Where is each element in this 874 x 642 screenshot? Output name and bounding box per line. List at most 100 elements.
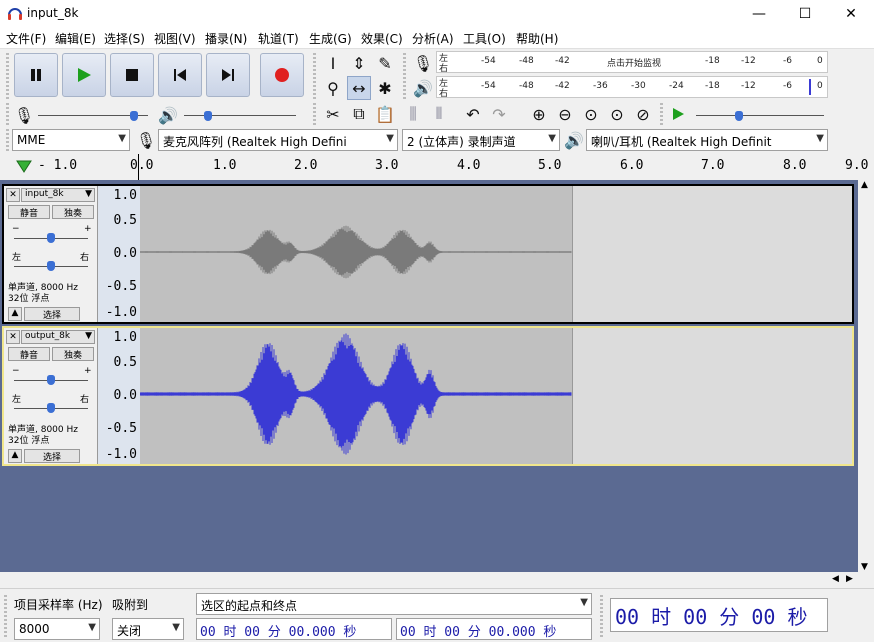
menu-select[interactable]: 选择(S) [104,30,145,47]
pan-slider[interactable] [47,261,55,271]
time-shift-tool-button[interactable]: ↔ [347,76,371,100]
scroll-right-icon[interactable]: ▶ [846,574,853,584]
collapse-track-button[interactable]: ▲ [8,449,22,463]
pause-button[interactable] [14,53,58,97]
skip-end-button[interactable] [206,53,250,97]
record-meter[interactable]: 左 右 -54 -48 -42 点击开始监视 -18 -12 -6 0 [436,51,828,74]
scroll-down-icon[interactable]: ▼ [861,562,868,572]
track-empty-area[interactable] [572,186,852,322]
maximize-button[interactable]: ☐ [782,0,828,28]
trim-button[interactable]: ⫼ [401,102,425,126]
audio-track-output[interactable]: ✕ output_8k ▼ 静音 独奏 − + 左 右 单声道, 8000 Hz … [2,326,854,466]
select-track-button[interactable]: 选择 [24,449,80,463]
fit-project-button[interactable]: ⊙ [605,102,629,126]
close-button[interactable]: ✕ [828,0,874,28]
tools-grip[interactable] [313,53,316,99]
undo-button[interactable]: ↶ [461,102,485,126]
timeline-ruler[interactable]: - 1.0 0.0 1.0 2.0 3.0 4.0 5.0 6.0 7.0 8.… [0,154,874,180]
selection-mode-dropdown[interactable]: 选区的起点和终点 ▼ [196,593,592,615]
copy-button[interactable]: ⧉ [347,102,371,126]
edit-grip[interactable] [313,103,316,125]
toolbar-grip[interactable] [6,53,9,99]
paste-button[interactable]: 📋 [373,102,397,126]
menu-record[interactable]: 播录(N) [205,30,247,47]
redo-button[interactable]: ↷ [487,102,511,126]
collapse-track-button[interactable]: ▲ [8,307,22,321]
waveform-clip[interactable] [139,186,572,322]
play-at-speed-button[interactable] [666,102,690,126]
track-close-button[interactable]: ✕ [6,330,20,344]
solo-button[interactable]: 独奏 [52,205,94,219]
mute-button[interactable]: 静音 [8,347,50,361]
menu-generate[interactable]: 生成(G) [309,30,352,47]
play-meter[interactable]: 左 右 -54 -48 -42 -36 -30 -24 -18 -12 -6 0 [436,76,828,99]
zoom-tool-button[interactable]: ⚲ [321,76,345,100]
waveform-clip[interactable] [139,328,572,464]
play-speed-grip[interactable] [660,103,663,125]
selection-start-time[interactable]: 00 时 00 分 00.000 秒 [196,618,392,640]
solo-button[interactable]: 独奏 [52,347,94,361]
zoom-toggle-button[interactable]: ⊘ [631,102,655,126]
meter-grip[interactable] [403,53,406,99]
menu-analyze[interactable]: 分析(A) [412,30,454,47]
envelope-tool-button[interactable]: ⇕ [347,51,371,75]
scroll-left-icon[interactable]: ◀ [832,574,839,584]
device-grip[interactable] [6,129,9,151]
multi-tool-button[interactable]: ✱ [373,76,397,100]
pin-play-head-icon[interactable] [16,159,32,173]
selection-end-time[interactable]: 00 时 00 分 00.000 秒 [396,618,592,640]
menu-tracks[interactable]: 轨道(T) [258,30,299,47]
horizontal-scrollbar[interactable]: ◀ ▶ [0,572,874,588]
fit-selection-button[interactable]: ⊙ [579,102,603,126]
track-menu-button[interactable]: output_8k ▼ [21,330,95,344]
audio-position-display[interactable]: 00 时 00 分 00 秒 [610,598,828,632]
gain-slider[interactable] [47,375,55,385]
pan-slider[interactable] [47,403,55,413]
amplitude-scale[interactable]: 1.0 0.5 0.0 -0.5 -1.0 [98,186,140,322]
recording-channels-dropdown[interactable]: 2 (立体声) 录制声道 ▼ [402,129,560,151]
track-empty-area[interactable] [572,328,852,464]
menu-help[interactable]: 帮助(H) [516,30,558,47]
gain-slider[interactable] [47,233,55,243]
selection-grip[interactable] [4,595,7,639]
menu-edit[interactable]: 编辑(E) [55,30,96,47]
track-close-button[interactable]: ✕ [6,188,20,202]
audio-track-input[interactable]: ✕ input_8k ▼ 静音 独奏 − + 左 右 单声道, 8000 Hz 3… [2,184,854,324]
play-button[interactable] [62,53,106,97]
vertical-scrollbar[interactable]: ▲ ▼ [858,180,874,572]
mute-button[interactable]: 静音 [8,205,50,219]
recording-device-dropdown[interactable]: 麦克风阵列 (Realtek High Defini ▼ [158,129,398,151]
rec-meter-hint[interactable]: 点击开始监视 [607,56,661,69]
tracks-area[interactable]: ✕ input_8k ▼ 静音 独奏 − + 左 右 单声道, 8000 Hz 3… [0,180,858,572]
audio-host-dropdown[interactable]: MME ▼ [12,129,130,151]
playback-device-dropdown[interactable]: 喇叭/耳机 (Realtek High Definit ▼ [586,129,828,151]
snap-to-dropdown[interactable]: 关闭 ▼ [112,618,184,640]
record-button[interactable] [260,53,304,97]
playback-volume-slider[interactable] [204,111,212,121]
mixer-grip[interactable] [6,103,9,125]
track-menu-button[interactable]: input_8k ▼ [21,188,95,202]
draw-tool-button[interactable]: ✎ [373,51,397,75]
menu-file[interactable]: 文件(F) [6,30,46,47]
play-meter-button[interactable]: 🔊 [411,76,435,100]
silence-button[interactable]: ⫴ [427,102,451,126]
play-speed-slider[interactable] [735,111,743,121]
menu-tools[interactable]: 工具(O) [463,30,506,47]
menu-effect[interactable]: 效果(C) [361,30,403,47]
selection-tool-button[interactable]: I [321,51,345,75]
play-meter-tick: -24 [669,81,684,91]
skip-start-button[interactable] [158,53,202,97]
project-rate-dropdown[interactable]: 8000 ▼ [14,618,100,640]
zoom-out-button[interactable]: ⊖ [553,102,577,126]
zoom-in-button[interactable]: ⊕ [527,102,551,126]
amplitude-scale[interactable]: 1.0 0.5 0.0 -0.5 -1.0 [98,328,140,464]
menu-view[interactable]: 视图(V) [154,30,196,47]
stop-button[interactable] [110,53,154,97]
scroll-up-icon[interactable]: ▲ [861,180,868,190]
select-track-button[interactable]: 选择 [24,307,80,321]
cut-button[interactable]: ✂ [321,102,345,126]
record-meter-button[interactable]: 🎙 [411,51,435,75]
recording-volume-slider[interactable] [130,111,138,121]
minimize-button[interactable]: — [736,0,782,28]
time-grip[interactable] [600,595,603,639]
